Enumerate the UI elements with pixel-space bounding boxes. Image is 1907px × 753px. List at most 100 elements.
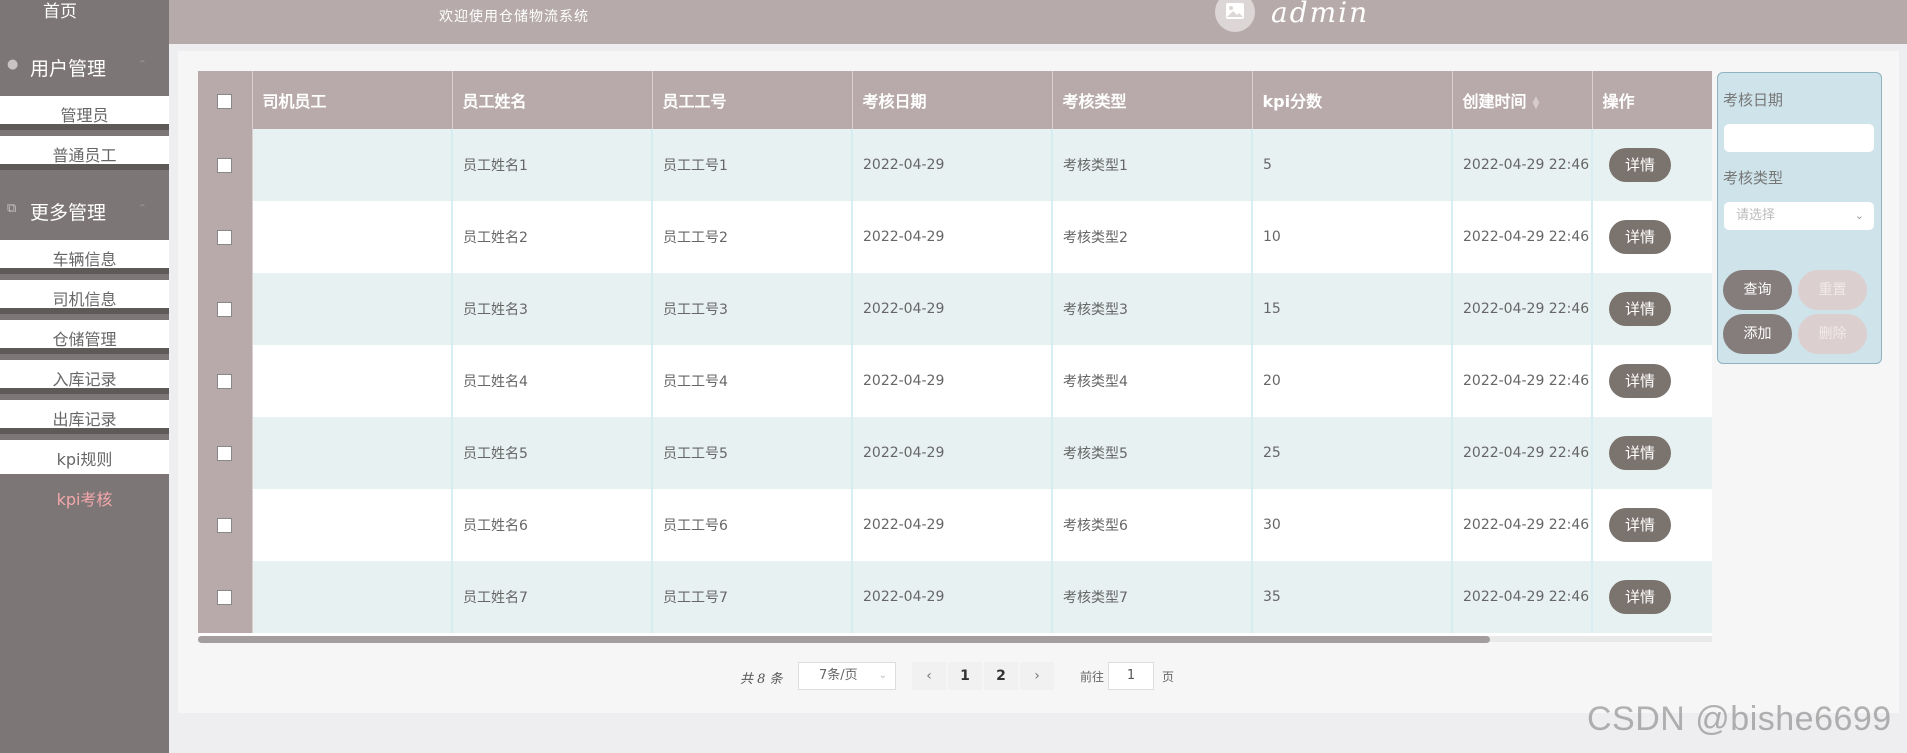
cell-actions: 详情 bbox=[1592, 273, 1712, 345]
chevron-down-icon: ⌄ bbox=[878, 670, 887, 681]
avatar[interactable] bbox=[1215, 0, 1255, 32]
detail-button[interactable]: 详情 bbox=[1609, 580, 1671, 614]
reset-button[interactable]: 重置 bbox=[1798, 270, 1867, 310]
cell-review-type: 考核类型7 bbox=[1052, 561, 1253, 633]
column-header-employee-id: 员工工号 bbox=[652, 71, 853, 129]
cell-kpi-score: 25 bbox=[1252, 417, 1453, 489]
sidebar: 首页 ● 用户管理 ⌃ 管理员 普通员工 ⧉ 更多管理 ⌃ 车辆信息 司机信息 … bbox=[0, 0, 169, 753]
sidebar-item-kpi-review[interactable]: kpi考核 bbox=[0, 480, 169, 514]
page-number-2[interactable]: 2 bbox=[984, 662, 1018, 690]
cell-kpi-score: 20 bbox=[1252, 345, 1453, 417]
sidebar-group-user-management[interactable]: ● 用户管理 ⌃ bbox=[0, 46, 169, 86]
sidebar-item-admin[interactable]: 管理员 bbox=[0, 96, 169, 130]
row-checkbox[interactable] bbox=[198, 417, 253, 489]
table-row[interactable]: 员工姓名3 员工工号3 2022-04-29 考核类型3 15 2022-04-29 22… bbox=[198, 273, 1712, 345]
column-header-created-time-label: 创建时间 bbox=[1462, 92, 1527, 111]
review-type-select[interactable]: 请选择 ⌄ bbox=[1724, 202, 1874, 230]
query-button[interactable]: 查询 bbox=[1723, 270, 1792, 310]
table-row[interactable]: 员工姓名7 员工工号7 2022-04-29 考核类型7 35 2022-04-29 22… bbox=[198, 561, 1712, 633]
goto-page-input[interactable]: 1 bbox=[1108, 662, 1154, 690]
welcome-text: 欢迎使用仓储物流系统 bbox=[439, 9, 589, 25]
image-icon bbox=[1226, 3, 1244, 19]
cell-actions: 详情 bbox=[1592, 417, 1712, 489]
kpi-table-container: 司机员工 员工姓名 员工工号 考核日期 考核类型 kpi分数 创建时间 ▲ ▼ 操作… bbox=[198, 71, 1712, 643]
table-row[interactable]: 员工姓名6 员工工号6 2022-04-29 考核类型6 30 2022-04-29 22… bbox=[198, 489, 1712, 561]
review-type-placeholder: 请选择 bbox=[1736, 208, 1776, 223]
table-row[interactable]: 员工姓名2 员工工号2 2022-04-29 考核类型2 10 2022-04-29 22… bbox=[198, 201, 1712, 273]
row-checkbox[interactable] bbox=[198, 201, 253, 273]
sidebar-item-warehouse[interactable]: 仓储管理 bbox=[0, 320, 169, 354]
page-size-select[interactable]: 7条/页 ⌄ bbox=[798, 662, 896, 690]
sidebar-item-outbound[interactable]: 出库记录 bbox=[0, 400, 169, 434]
chevron-up-icon: ⌃ bbox=[137, 58, 147, 71]
horizontal-scrollbar-thumb[interactable] bbox=[198, 636, 1490, 643]
cell-created-time: 2022-04-29 22:46 bbox=[1452, 561, 1593, 633]
sidebar-item-vehicles[interactable]: 车辆信息 bbox=[0, 240, 169, 274]
delete-button[interactable]: 删除 bbox=[1798, 314, 1867, 354]
copy-icon: ⧉ bbox=[7, 201, 17, 216]
cell-created-time: 2022-04-29 22:46 bbox=[1452, 201, 1593, 273]
cell-review-type: 考核类型4 bbox=[1052, 345, 1253, 417]
cell-name: 员工姓名1 bbox=[452, 129, 653, 201]
sort-icon[interactable]: ▲ ▼ bbox=[1533, 95, 1540, 110]
review-date-input[interactable] bbox=[1724, 124, 1874, 152]
column-header-kpi-score: kpi分数 bbox=[1252, 71, 1453, 129]
prev-page-button[interactable]: ‹ bbox=[912, 662, 946, 690]
cell-name: 员工姓名4 bbox=[452, 345, 653, 417]
sidebar-item-home[interactable]: 首页 bbox=[0, 0, 120, 26]
table-row[interactable]: 员工姓名1 员工工号1 2022-04-29 考核类型1 5 2022-04-29 22:… bbox=[198, 129, 1712, 201]
top-header: 欢迎使用仓储物流系统 admin bbox=[169, 0, 1907, 44]
column-header-created-time[interactable]: 创建时间 ▲ ▼ bbox=[1452, 71, 1593, 129]
add-button[interactable]: 添加 bbox=[1723, 314, 1792, 354]
column-header-name: 员工姓名 bbox=[452, 71, 653, 129]
sidebar-group-label: 用户管理 bbox=[30, 58, 107, 80]
cell-driver bbox=[252, 129, 453, 201]
detail-button[interactable]: 详情 bbox=[1609, 364, 1671, 398]
cell-review-date: 2022-04-29 bbox=[852, 561, 1053, 633]
detail-button[interactable]: 详情 bbox=[1609, 148, 1671, 182]
cell-created-time: 2022-04-29 22:46 bbox=[1452, 489, 1593, 561]
cell-name: 员工姓名2 bbox=[452, 201, 653, 273]
page-number-1[interactable]: 1 bbox=[948, 662, 982, 690]
chevron-up-icon: ⌃ bbox=[137, 202, 147, 215]
cell-review-type: 考核类型3 bbox=[1052, 273, 1253, 345]
username[interactable]: admin bbox=[1271, 0, 1369, 29]
detail-button[interactable]: 详情 bbox=[1609, 292, 1671, 326]
sidebar-item-drivers[interactable]: 司机信息 bbox=[0, 280, 169, 314]
cell-review-date: 2022-04-29 bbox=[852, 345, 1053, 417]
sidebar-item-inbound[interactable]: 入库记录 bbox=[0, 360, 169, 394]
row-checkbox[interactable] bbox=[198, 345, 253, 417]
goto-suffix: 页 bbox=[1162, 670, 1175, 684]
sidebar-item-kpi-rules[interactable]: kpi规则 bbox=[0, 440, 169, 474]
cell-driver bbox=[252, 417, 453, 489]
row-checkbox[interactable] bbox=[198, 489, 253, 561]
cell-driver bbox=[252, 345, 453, 417]
sidebar-group-more-management[interactable]: ⧉ 更多管理 ⌃ bbox=[0, 190, 169, 230]
cell-kpi-score: 35 bbox=[1252, 561, 1453, 633]
detail-button[interactable]: 详情 bbox=[1609, 220, 1671, 254]
detail-button[interactable]: 详情 bbox=[1609, 508, 1671, 542]
cell-actions: 详情 bbox=[1592, 129, 1712, 201]
table-row[interactable]: 员工姓名4 员工工号4 2022-04-29 考核类型4 20 2022-04-29 22… bbox=[198, 345, 1712, 417]
row-checkbox[interactable] bbox=[198, 129, 253, 201]
cell-review-date: 2022-04-29 bbox=[852, 273, 1053, 345]
cell-review-type: 考核类型6 bbox=[1052, 489, 1253, 561]
table-header-row: 司机员工 员工姓名 员工工号 考核日期 考核类型 kpi分数 创建时间 ▲ ▼ 操作 bbox=[198, 71, 1712, 129]
cell-review-date: 2022-04-29 bbox=[852, 489, 1053, 561]
cell-review-date: 2022-04-29 bbox=[852, 417, 1053, 489]
cell-employee-id: 员工工号5 bbox=[652, 417, 853, 489]
select-all-checkbox[interactable] bbox=[198, 71, 253, 129]
cell-actions: 详情 bbox=[1592, 201, 1712, 273]
search-panel: 考核日期 考核类型 请选择 ⌄ 查询 重置 添加 删除 bbox=[1717, 72, 1882, 364]
cell-kpi-score: 5 bbox=[1252, 129, 1453, 201]
table-row[interactable]: 员工姓名5 员工工号5 2022-04-29 考核类型5 25 2022-04-29 22… bbox=[198, 417, 1712, 489]
cell-created-time: 2022-04-29 22:46 bbox=[1452, 273, 1593, 345]
sidebar-item-employee[interactable]: 普通员工 bbox=[0, 136, 169, 170]
cell-created-time: 2022-04-29 22:46 bbox=[1452, 417, 1593, 489]
next-page-button[interactable]: › bbox=[1020, 662, 1054, 690]
cell-name: 员工姓名6 bbox=[452, 489, 653, 561]
cell-created-time: 2022-04-29 22:46 bbox=[1452, 345, 1593, 417]
row-checkbox[interactable] bbox=[198, 273, 253, 345]
row-checkbox[interactable] bbox=[198, 561, 253, 633]
detail-button[interactable]: 详情 bbox=[1609, 436, 1671, 470]
